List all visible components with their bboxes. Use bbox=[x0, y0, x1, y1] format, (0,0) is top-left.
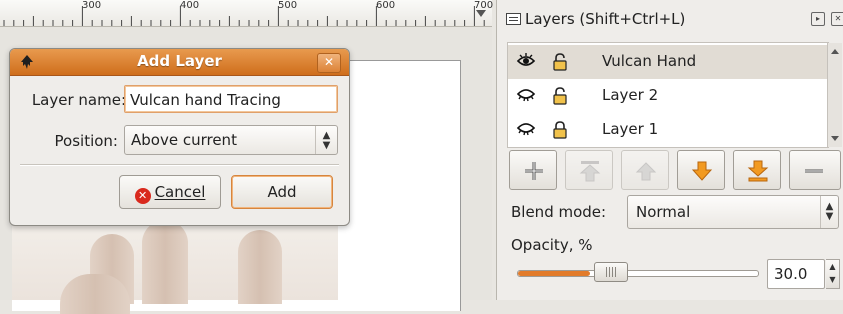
eye-closed-icon[interactable] bbox=[516, 87, 536, 107]
arrow-up-icon bbox=[635, 162, 657, 181]
panel-iconify-button[interactable]: ▸ bbox=[811, 12, 825, 26]
blend-mode-label: Blend mode: bbox=[511, 203, 607, 221]
layer-name-label: Layer name: bbox=[31, 91, 126, 109]
eye-open-icon[interactable] bbox=[516, 53, 536, 73]
dialog-separator bbox=[20, 164, 339, 166]
finger-shape bbox=[142, 220, 188, 304]
add-button[interactable]: Add bbox=[231, 175, 333, 209]
opacity-input[interactable]: 30.0 bbox=[767, 259, 825, 289]
layer-name: Vulcan Hand bbox=[602, 52, 697, 70]
lower-layer-button[interactable] bbox=[677, 150, 725, 190]
raise-to-top-button[interactable] bbox=[565, 150, 613, 190]
dialog-title: Add Layer bbox=[137, 52, 222, 70]
ruler-label: 400 bbox=[180, 0, 200, 11]
panel-close-button[interactable]: ✕ bbox=[831, 12, 843, 26]
layer-list[interactable]: Vulcan Hand Layer 2 Layer 1 bbox=[507, 42, 842, 148]
layer-row-layer-1[interactable]: Layer 1 bbox=[508, 113, 828, 147]
raise-layer-button[interactable] bbox=[621, 150, 669, 190]
add-layer-button[interactable] bbox=[509, 150, 557, 190]
ruler-arrow-icon bbox=[476, 10, 486, 17]
opacity-slider-thumb[interactable] bbox=[594, 262, 628, 282]
layer-name: Layer 1 bbox=[602, 120, 659, 138]
layer-list-scrollbar[interactable] bbox=[827, 43, 842, 147]
add-button-label: Add bbox=[267, 183, 297, 201]
panel-title: Layers (Shift+Ctrl+L) bbox=[525, 10, 686, 28]
layer-name-input[interactable]: Vulcan hand Tracing bbox=[124, 85, 338, 113]
horizontal-ruler: 300 400 500 600 700 bbox=[0, 0, 493, 27]
cancel-icon: ✕ bbox=[134, 188, 151, 204]
layers-panel: Layers (Shift+Ctrl+L) ▸ ✕ Vulcan Hand La… bbox=[496, 0, 843, 300]
layer-row-vulcan-hand[interactable]: Vulcan Hand bbox=[508, 45, 828, 79]
position-select-value: Above current bbox=[131, 131, 237, 149]
layer-row-layer-2[interactable]: Layer 2 bbox=[508, 79, 828, 113]
eye-closed-icon[interactable] bbox=[516, 121, 536, 141]
ruler-label: 500 bbox=[278, 0, 298, 11]
opacity-spinner[interactable]: ▲ ▼ bbox=[826, 259, 840, 289]
minus-icon bbox=[805, 169, 823, 173]
close-button[interactable]: ✕ bbox=[317, 53, 341, 73]
opacity-slider-fill bbox=[518, 271, 590, 276]
arrow-down-icon bbox=[691, 161, 713, 181]
hand-image bbox=[12, 214, 338, 314]
panel-header: Layers (Shift+Ctrl+L) ▸ ✕ bbox=[497, 0, 843, 38]
opacity-label: Opacity, % bbox=[511, 236, 593, 254]
add-layer-dialog: Add Layer ✕ Layer name: Vulcan hand Trac… bbox=[9, 48, 350, 226]
select-arrows-icon: ▲ ▼ bbox=[820, 196, 838, 228]
raise-to-top-icon bbox=[579, 161, 601, 182]
layers-icon bbox=[506, 13, 521, 25]
unlocked-padlock-icon[interactable] bbox=[552, 53, 568, 71]
scroll-down-icon[interactable] bbox=[831, 136, 839, 141]
lower-to-bottom-button[interactable] bbox=[733, 150, 781, 190]
ruler-ticks bbox=[3, 6, 485, 26]
ruler-label: 600 bbox=[376, 0, 396, 11]
layer-name: Layer 2 bbox=[602, 86, 659, 104]
unlocked-padlock-icon[interactable] bbox=[552, 87, 568, 105]
plus-icon bbox=[525, 162, 543, 180]
ruler-label: 300 bbox=[82, 0, 102, 11]
position-select[interactable]: Above current ▲ ▼ bbox=[124, 125, 338, 155]
position-label: Position: bbox=[54, 132, 118, 150]
dialog-titlebar[interactable]: Add Layer ✕ bbox=[10, 49, 349, 76]
cancel-button-label: Cancel bbox=[154, 183, 206, 201]
select-arrows-icon: ▲ ▼ bbox=[315, 126, 337, 154]
blend-mode-select[interactable]: Normal ▲ ▼ bbox=[627, 195, 839, 229]
opacity-slider-track[interactable] bbox=[517, 270, 759, 277]
cancel-button[interactable]: ✕ Cancel bbox=[119, 175, 221, 209]
delete-layer-button[interactable] bbox=[789, 150, 841, 190]
finger-shape bbox=[238, 230, 282, 304]
locked-padlock-icon[interactable] bbox=[552, 121, 568, 139]
lower-to-bottom-icon bbox=[747, 160, 769, 182]
blend-mode-value: Normal bbox=[636, 203, 691, 221]
scroll-up-icon[interactable] bbox=[831, 49, 839, 54]
